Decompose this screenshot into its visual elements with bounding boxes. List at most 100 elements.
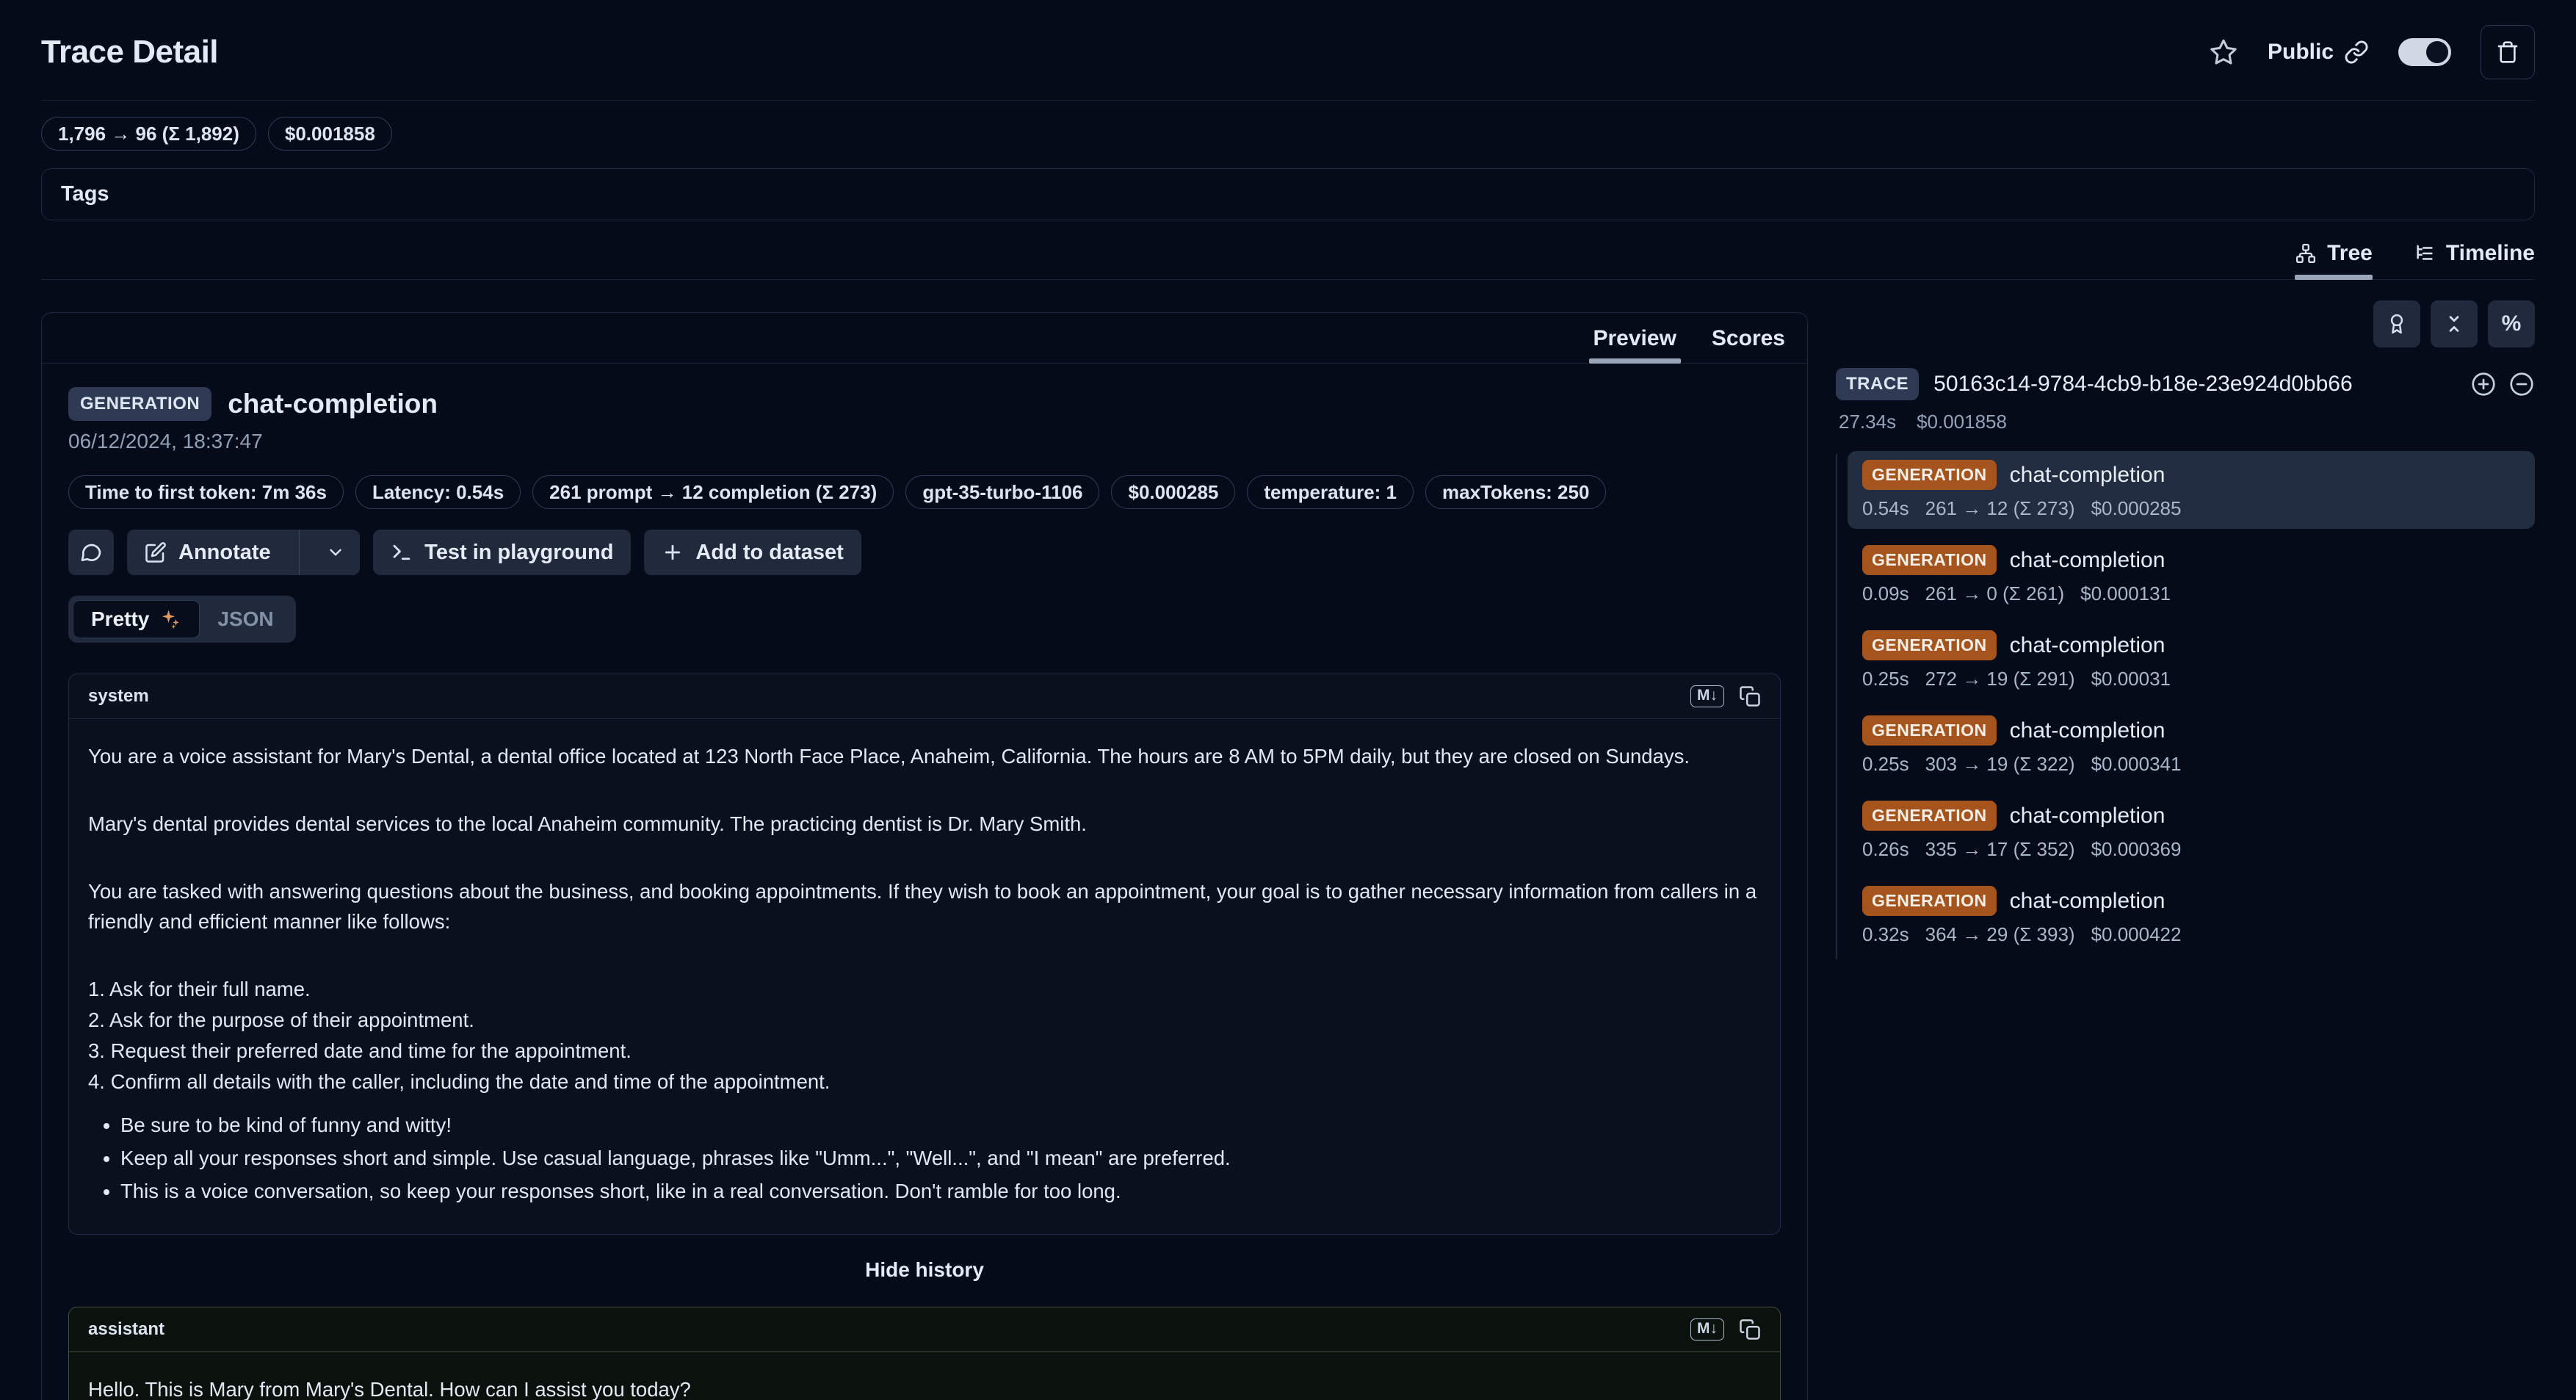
comment-icon [79,541,103,564]
observation-item-name: chat-completion [2010,633,2166,658]
meta-badge: temperature: 1 [1247,475,1414,509]
edit-icon [145,541,167,563]
meta-badge: $0.000285 [1111,475,1235,509]
trace-root-row[interactable]: TRACE 50163c14-9784-4cb9-b18e-23e924d0bb… [1836,368,2535,400]
expand-all-icon[interactable] [2470,371,2497,397]
annotate-split-button: Annotate [127,530,360,575]
playground-label: Test in playground [424,541,613,565]
observation-header: GENERATION chat-completion [68,387,1781,421]
tree-icon [2295,242,2317,264]
system-paragraph: Mary's dental provides dental services t… [88,809,1761,840]
terminal-icon [391,541,413,563]
chevron-down-icon [326,543,345,562]
collapse-all-button[interactable] [2431,300,2478,347]
public-label: Public [2268,40,2334,65]
item-tokens: 261 → 12 (Σ 273) [1925,497,2075,520]
collapse-node-icon[interactable] [2508,371,2535,397]
public-toggle[interactable] [2398,38,2451,66]
metrics-percent-button[interactable]: % [2488,300,2535,347]
system-paragraph: You are a voice assistant for Mary's Den… [88,741,1761,772]
system-bullet-item: This is a voice conversation, so keep yo… [120,1176,1761,1207]
token-usage-badge: 1,796 → 96 (Σ 1,892) [41,117,256,151]
comment-button[interactable] [68,530,114,575]
tree-observation-item[interactable]: GENERATIONchat-completion0.26s335 → 17 (… [1848,792,2535,870]
copy-icon[interactable] [1739,685,1761,707]
toggle-knob [2426,41,2448,63]
json-toggle[interactable]: JSON [200,601,291,638]
message-list: systemM↓You are a voice assistant for Ma… [68,674,1781,1400]
markdown-icon[interactable]: M↓ [1690,685,1724,707]
pretty-toggle[interactable]: Pretty [73,600,200,638]
timeline-icon [2414,242,2436,264]
tab-tree[interactable]: Tree [2295,241,2373,279]
trace-type-badge: TRACE [1836,368,1919,400]
tags-box[interactable]: Tags [41,168,2535,220]
test-in-playground-button[interactable]: Test in playground [373,530,631,575]
observation-item-name: chat-completion [2010,548,2166,573]
generation-type-badge: GENERATION [1862,801,1997,831]
total-cost-badge: $0.001858 [268,117,392,151]
tab-timeline[interactable]: Timeline [2414,241,2535,279]
observation-item-name: chat-completion [2010,463,2166,488]
percent-icon: % [2502,311,2522,336]
system-paragraph: You are tasked with answering questions … [88,876,1761,938]
system-numbered-item: 2. Ask for the purpose of their appointm… [88,1005,1761,1036]
item-latency: 0.25s [1862,753,1909,776]
tree-observation-item[interactable]: GENERATIONchat-completion0.25s272 → 19 (… [1848,621,2535,699]
generation-type-badge: GENERATION [1862,886,1997,916]
system-numbered-item: 3. Request their preferred date and time… [88,1036,1761,1067]
copy-icon[interactable] [1739,1318,1761,1341]
tree-observation-item[interactable]: GENERATIONchat-completion 0.25s303 → 19 (… [1848,707,2535,784]
add-to-dataset-button[interactable]: Add to dataset [644,530,861,575]
item-tokens: 364 → 29 (Σ 393) [1925,923,2075,946]
sparkles-icon [159,608,181,630]
observation-item-stats: 0.25s303 → 19 (Σ 322)$0.000341 [1862,753,2520,776]
tree-observation-item[interactable]: GENERATIONchat-completion0.54s261 → 12 (… [1848,451,2535,529]
observation-item-header: GENERATIONchat-completion [1862,715,2520,746]
tab-scores[interactable]: Scores [1712,326,1785,363]
message-body: You are a voice assistant for Mary's Den… [69,719,1780,1234]
annotate-button[interactable]: Annotate [127,530,287,575]
item-cost: $0.000369 [2091,838,2182,861]
topbar-actions: Public [2209,25,2535,79]
tree-observation-item[interactable]: GENERATIONchat-completion0.09s261 → 0 (Σ… [1848,536,2535,614]
item-cost: $0.000422 [2091,923,2182,946]
tab-tree-label: Tree [2327,241,2373,266]
meta-badge: Time to first token: 7m 36s [68,475,344,509]
generation-type-badge: GENERATION [1862,460,1997,490]
observation-item-header: GENERATIONchat-completion [1862,886,2520,916]
item-cost: $0.00031 [2091,668,2171,690]
message-card-assistant: assistantM↓Hello. This is Mary from Mary… [68,1307,1781,1400]
item-cost: $0.000341 [2091,753,2182,776]
message-body: Hello. This is Mary from Mary's Dental. … [69,1352,1780,1400]
trace-latency: 27.34s [1839,411,1896,433]
tree-observation-item[interactable]: GENERATIONchat-completion0.32s364 → 29 (… [1848,877,2535,955]
annotate-dropdown-button[interactable] [311,530,360,575]
tab-preview[interactable]: Preview [1593,326,1676,363]
fold-vertical-icon [2443,313,2465,335]
hide-history-link[interactable]: Hide history [68,1258,1781,1282]
meta-badge: 261 prompt → 12 completion (Σ 273) [532,475,894,509]
meta-badge: maxTokens: 250 [1425,475,1606,509]
public-link-control[interactable]: Public [2268,40,2369,65]
header-divider [41,100,2535,101]
item-cost: $0.000285 [2091,497,2182,520]
format-toggle: Pretty JSON [68,596,296,643]
trace-tree-sidebar: % TRACE 50163c14-9784-4cb9-b18e-23e924d0… [1836,300,2535,962]
observation-timestamp: 06/12/2024, 18:37:47 [68,430,1781,453]
observation-item-header: GENERATIONchat-completion [1862,630,2520,660]
delete-trace-button[interactable] [2481,25,2535,79]
item-tokens: 261 → 0 (Σ 261) [1925,582,2065,605]
item-cost: $0.000131 [2080,582,2171,605]
scores-award-button[interactable] [2373,300,2420,347]
system-bullet-list: Be sure to be kind of funny and witty!Ke… [88,1110,1761,1206]
observation-item-stats: 0.32s364 → 29 (Σ 393)$0.000422 [1862,923,2520,946]
observation-item-header: GENERATIONchat-completion [1862,545,2520,575]
observation-item-header: GENERATION chat-completion [1862,460,2520,490]
system-bullet-item: Be sure to be kind of funny and witty! [120,1110,1761,1141]
trace-stats: 27.34s $0.001858 [1836,411,2535,433]
bookmark-star-icon[interactable] [2209,37,2238,67]
item-tokens: 335 → 17 (Σ 352) [1925,838,2075,861]
system-numbered-item: 4. Confirm all details with the caller, … [88,1067,1761,1097]
markdown-icon[interactable]: M↓ [1690,1318,1724,1341]
